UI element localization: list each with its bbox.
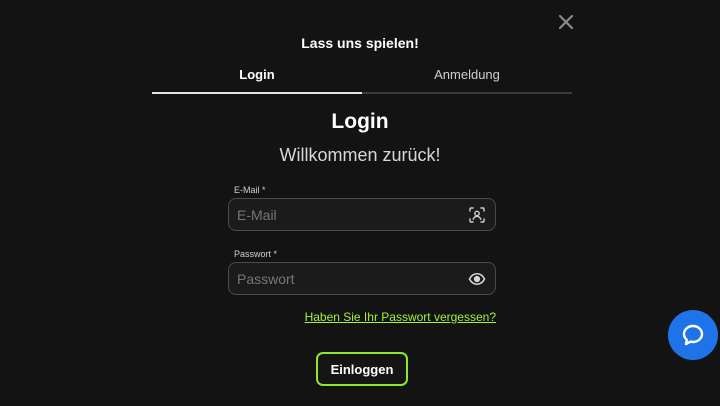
- chat-icon[interactable]: [668, 310, 718, 360]
- tab-login[interactable]: Login: [152, 60, 362, 94]
- contact-icon: [468, 206, 486, 224]
- eye-icon[interactable]: [468, 270, 486, 288]
- password-label: Passwort *: [234, 249, 278, 259]
- email-label: E-Mail *: [234, 185, 266, 195]
- password-input[interactable]: [237, 263, 457, 294]
- welcome-text: Willkommen zurück!: [279, 145, 441, 165]
- email-input[interactable]: [237, 199, 457, 230]
- modal-title: Lass uns spielen!: [301, 35, 419, 51]
- tab-anmeldung[interactable]: Anmeldung: [362, 60, 572, 94]
- form-heading: Login: [331, 110, 389, 133]
- auth-tabs: Login Anmeldung: [152, 60, 572, 94]
- email-field-container: [228, 198, 496, 231]
- close-icon[interactable]: [556, 12, 576, 32]
- forgot-password-link[interactable]: Haben Sie Ihr Passwort vergessen?: [228, 310, 496, 324]
- login-button[interactable]: Einloggen: [316, 352, 408, 386]
- password-field-container: [228, 262, 496, 295]
